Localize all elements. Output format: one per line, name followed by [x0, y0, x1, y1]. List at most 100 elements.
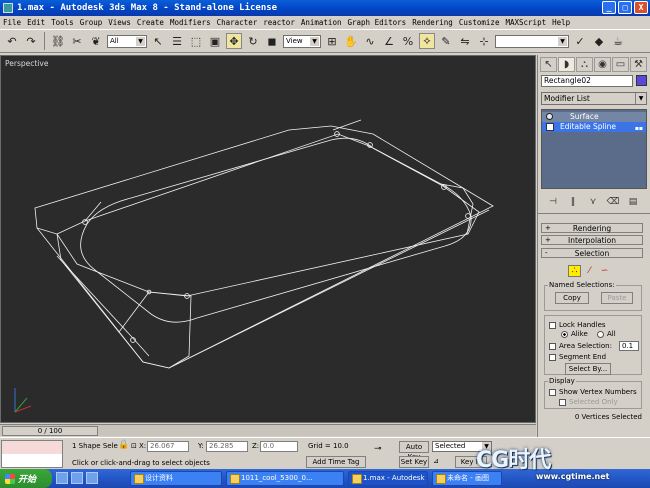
snaps-toggle-icon[interactable]: ∿ [362, 33, 378, 49]
hierarchy-tab-icon[interactable]: ⛬ [576, 57, 593, 72]
angle-snap-icon[interactable]: ∠ [381, 33, 397, 49]
show-vertex-numbers-checkbox[interactable]: Show Vertex Numbers [549, 388, 637, 396]
manipulate-icon[interactable]: ✋ [343, 33, 359, 49]
copy-button[interactable]: Copy [555, 292, 589, 304]
show-end-result-icon[interactable]: ‖ [566, 197, 580, 207]
menu-customize[interactable]: Customize [459, 18, 500, 27]
add-time-tag-button[interactable]: Add Time Tag [306, 456, 366, 468]
stack-item-surface[interactable]: Surface [542, 112, 646, 122]
mirror-icon[interactable]: ⇋ [457, 33, 473, 49]
quick-launch-icon[interactable] [71, 472, 83, 484]
object-color-swatch[interactable] [636, 75, 647, 86]
modify-tab-icon[interactable]: ◗ [558, 57, 575, 72]
percent-snap-icon[interactable]: % [400, 33, 416, 49]
time-slider-thumb[interactable]: 0 / 100 [2, 426, 98, 436]
pin-stack-icon[interactable]: ⊣ [546, 197, 560, 207]
area-selection-checkbox[interactable]: Area Selection: [549, 342, 612, 350]
link-icon[interactable]: ⛓ [50, 33, 66, 49]
taskbar-item-folder[interactable]: 设计资料 [130, 471, 222, 486]
select-object-icon[interactable]: ↖ [150, 33, 166, 49]
menu-group[interactable]: Group [80, 18, 103, 27]
redo-icon[interactable]: ↷ [23, 33, 39, 49]
segment-level-icon[interactable]: ⁄ [583, 265, 596, 277]
menu-help[interactable]: Help [552, 18, 570, 27]
y-coordinate-field[interactable]: 26.285 [206, 441, 248, 452]
display-tab-icon[interactable]: ▭ [612, 57, 629, 72]
absolute-mode-icon[interactable]: ⊡ [131, 442, 137, 450]
rectangular-selection-icon[interactable]: ⬚ [188, 33, 204, 49]
paste-button[interactable]: Paste [601, 292, 633, 304]
make-unique-icon[interactable]: ⋎ [586, 197, 600, 207]
taskbar-item-image[interactable]: 1011_cool_5300_0... [226, 471, 344, 486]
named-selection-sets-dropdown[interactable] [495, 34, 569, 48]
menu-graph-editors[interactable]: Graph Editors [347, 18, 406, 27]
modifier-list-dropdown[interactable]: Modifier List [541, 92, 647, 105]
menu-maxscript[interactable]: MAXScript [505, 18, 546, 27]
select-and-rotate-icon[interactable]: ↻ [245, 33, 261, 49]
minimize-button[interactable]: _ [602, 1, 616, 14]
menu-modifiers[interactable]: Modifiers [170, 18, 211, 27]
selection-filter-dropdown[interactable]: All [107, 34, 147, 48]
spinner-snap-icon[interactable]: ⟡ [419, 33, 435, 49]
menu-animation[interactable]: Animation [301, 18, 342, 27]
all-radio[interactable]: All [597, 330, 616, 338]
bind-space-warp-icon[interactable]: ❦ [88, 33, 104, 49]
key-icon[interactable]: ⊸ [374, 444, 382, 454]
material-editor-icon[interactable]: ◆ [591, 33, 607, 49]
select-by-button[interactable]: Select By... [565, 363, 611, 375]
render-scene-icon[interactable]: ☕ [610, 33, 626, 49]
menu-tools[interactable]: Tools [51, 18, 74, 27]
quick-launch-icon[interactable] [56, 472, 68, 484]
close-button[interactable]: X [634, 1, 648, 14]
rollout-interpolation[interactable]: + Interpolation [541, 235, 643, 245]
maxscript-listener[interactable] [1, 440, 63, 468]
unlink-icon[interactable]: ✂ [69, 33, 85, 49]
time-slider[interactable]: 0 / 100 [0, 424, 536, 436]
area-selection-spinner[interactable]: 0.1 [619, 341, 639, 351]
set-key-button[interactable]: Set Key [399, 456, 429, 468]
auto-key-button[interactable]: Auto Key [399, 441, 429, 461]
perspective-viewport[interactable]: Perspective [0, 55, 536, 423]
x-coordinate-field[interactable]: 26.067 [147, 441, 189, 452]
rollout-selection[interactable]: - Selection [541, 248, 643, 258]
menu-create[interactable]: Create [137, 18, 164, 27]
remove-modifier-icon[interactable]: ⌫ [606, 197, 620, 207]
menu-rendering[interactable]: Rendering [412, 18, 453, 27]
start-button[interactable]: 开始 [0, 469, 52, 488]
menu-views[interactable]: Views [108, 18, 131, 27]
menu-reactor[interactable]: reactor [263, 18, 295, 27]
vertex-level-icon[interactable]: ∴ [568, 265, 581, 277]
motion-tab-icon[interactable]: ◉ [594, 57, 611, 72]
rollout-rendering[interactable]: + Rendering [541, 223, 643, 233]
spline-level-icon[interactable]: ∽ [598, 265, 611, 277]
selected-only-checkbox[interactable]: Selected Only [559, 398, 618, 406]
alike-radio[interactable]: Alike [561, 330, 588, 338]
curve-editor-icon[interactable]: ✓ [572, 33, 588, 49]
create-tab-icon[interactable]: ↖ [540, 57, 557, 72]
menu-edit[interactable]: Edit [27, 18, 45, 27]
named-selection-icon[interactable]: ✎ [438, 33, 454, 49]
stack-item-editable-spline[interactable]: Editable Spline ▪▪ [542, 122, 646, 132]
menu-character[interactable]: Character [217, 18, 258, 27]
quick-launch-icon[interactable] [86, 472, 98, 484]
select-and-scale-icon[interactable]: ◼ [264, 33, 280, 49]
object-name-field[interactable]: Rectangle02 [541, 75, 633, 87]
maximize-button[interactable]: □ [618, 1, 632, 14]
taskbar-item-3dsmax[interactable]: 1.max - Autodesk ... [348, 471, 428, 486]
lock-handles-checkbox[interactable]: Lock Handles [549, 321, 606, 329]
lock-selection-icon[interactable]: 🔒 [118, 440, 129, 450]
menu-file[interactable]: File [3, 18, 21, 27]
utilities-tab-icon[interactable]: ⚒ [630, 57, 647, 72]
z-coordinate-field[interactable]: 0.0 [260, 441, 298, 452]
segment-end-checkbox[interactable]: Segment End [549, 353, 606, 361]
undo-icon[interactable]: ↶ [4, 33, 20, 49]
select-by-name-icon[interactable]: ☰ [169, 33, 185, 49]
pivot-center-icon[interactable]: ⊞ [324, 33, 340, 49]
vertex-marker[interactable] [465, 213, 471, 219]
align-icon[interactable]: ⊹ [476, 33, 492, 49]
light-bulb-icon[interactable] [546, 113, 553, 120]
window-crossing-icon[interactable]: ▣ [207, 33, 223, 49]
reference-coordinate-dropdown[interactable]: View [283, 34, 321, 48]
key-mode-icon[interactable]: ⊿ [433, 457, 439, 465]
configure-sets-icon[interactable]: ▤ [626, 197, 640, 207]
